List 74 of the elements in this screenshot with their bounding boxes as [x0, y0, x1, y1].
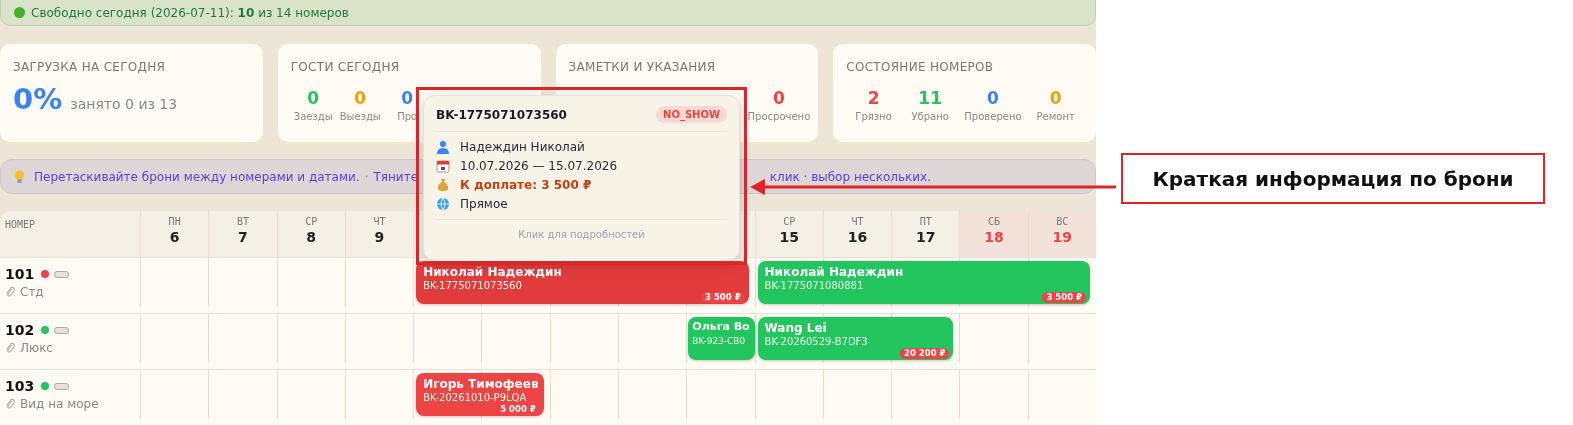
guest-name: Wang Lei — [764, 321, 828, 335]
stat-label: Ремонт — [1036, 111, 1075, 122]
paperclip-icon — [5, 286, 15, 298]
booking-id: BK-923-CB0 — [692, 335, 747, 347]
stat-label: Про — [397, 111, 418, 122]
booking-bar[interactable]: Wang Lei BK-20260529-B7DF3 20 200 ₽ — [757, 317, 954, 360]
toggle-icon[interactable] — [54, 382, 70, 390]
stat-label: Просрочено — [747, 111, 811, 122]
booking-bar[interactable]: Игорь Тимофеев BK-20261010-P9LQA 5 000 ₽ — [416, 373, 544, 416]
card-title: ЗАМЕТКИ И УКАЗАНИЯ — [568, 60, 717, 74]
booking-id: BK-1775071073560 — [423, 280, 523, 292]
separator-dot: · — [364, 169, 369, 184]
room-type: Вид на море — [20, 397, 99, 411]
card-title: ГОСТИ СЕГОДНЯ — [290, 60, 401, 74]
guest-name: Ольга Во — [692, 320, 751, 334]
tooltip-guest: Надеждин Николай — [460, 140, 585, 154]
stat-value: 0 — [773, 88, 785, 108]
tooltip-booking-id: BK-1775071073560 — [436, 107, 567, 122]
calendar-icon — [436, 159, 450, 173]
tooltip-source: Прямое — [460, 197, 508, 211]
money-bag-icon — [436, 178, 450, 192]
room-number: 102 — [5, 322, 35, 338]
guest-name: Николай Надеждин — [764, 265, 905, 279]
stat-value: 2 — [867, 88, 880, 108]
column-header: НОМЕР — [4, 218, 37, 232]
booking-bar[interactable]: Николай Надеждин BK-1775071073560 3 500 ₽ — [416, 261, 749, 304]
booking-id: BK-1775071080881 — [764, 280, 865, 292]
day-header: ВС 19 — [1027, 211, 1096, 257]
stat-value: 11 — [918, 88, 943, 108]
guest-name: Игорь Тимофеев — [423, 377, 537, 391]
stat-value: 0 — [307, 88, 320, 108]
availability-text: Свободно сегодня (2026-07-11): 10 из 14 номеров — [31, 5, 349, 20]
annotation-callout: Краткая информация по брони — [1121, 153, 1545, 204]
day-header: СБ 18 — [959, 211, 1028, 257]
guest-name: Николай Надеждин — [423, 265, 563, 279]
toggle-icon[interactable] — [54, 326, 70, 334]
paperclip-icon — [5, 342, 15, 354]
booking-id: BK-20261010-P9LQA — [423, 392, 528, 404]
booking-bar[interactable]: Николай Надеждин BK-1775071080881 3 500 ₽ — [757, 261, 1090, 304]
tooltip-dates: 10.07.2026 — 15.07.2026 — [460, 159, 618, 173]
room-number: 103 — [5, 378, 35, 394]
stat-value: 0 — [354, 88, 367, 108]
person-icon — [436, 140, 450, 154]
stat-label: Убрано — [911, 111, 949, 122]
stat-label: Грязно — [855, 111, 892, 122]
price-badge: 3 500 ₽ — [701, 292, 745, 303]
globe-icon — [436, 197, 450, 211]
stat-label: Выезды — [339, 111, 381, 122]
status-dot-icon — [14, 7, 25, 18]
stat-label: Заезды — [293, 111, 333, 122]
price-badge: 20 200 ₽ — [900, 348, 950, 359]
room-type: Люкс — [20, 341, 53, 355]
stat-value: 0 — [401, 88, 414, 108]
booking-bar[interactable]: Ольга Во BK-923-CB0 — [688, 317, 755, 360]
stat-value: 0 — [987, 88, 999, 108]
tooltip-amount-due: К доплате: 3 500 ₽ — [460, 178, 592, 192]
card-title: СОСТОЯНИЕ НОМЕРОВ — [846, 60, 995, 74]
price-badge: 3 500 ₽ — [1042, 292, 1086, 303]
stat-value: 0 — [1049, 88, 1062, 108]
paperclip-icon — [5, 398, 15, 410]
toggle-icon[interactable] — [54, 270, 70, 278]
stat-label: Проверено — [964, 111, 1022, 122]
room-number: 101 — [5, 266, 35, 282]
hint-text: клик · выбор нескольких. — [769, 169, 931, 184]
lightbulb-icon — [14, 169, 25, 184]
card-title: ЗАГРУЗКА НА СЕГОДНЯ — [13, 60, 167, 74]
room-type: Стд — [20, 285, 44, 299]
hint-text: Перетаскивайте брони между номерами и датами. — [34, 169, 360, 184]
status-badge: NO_SHOW — [656, 106, 727, 123]
load-percent: 0% — [13, 82, 63, 116]
tooltip-hint: Клик для подробностей — [517, 229, 646, 240]
booking-id: BK-20260529-B7DF3 — [764, 336, 869, 348]
hint-text: Тяните — [373, 169, 419, 184]
load-caption: занято 0 из 13 — [70, 96, 178, 112]
